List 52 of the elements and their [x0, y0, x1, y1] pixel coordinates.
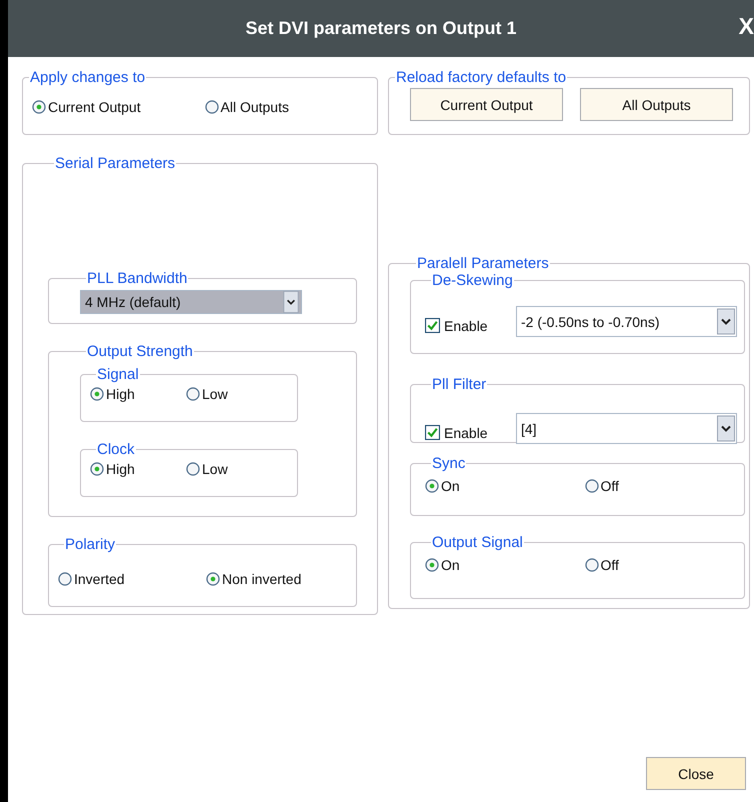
group-label: Paralell Parameters — [416, 255, 550, 272]
radio-button[interactable] — [186, 462, 200, 476]
close-button[interactable]: X — [738, 13, 754, 39]
radio-button[interactable] — [204, 100, 218, 114]
radio-button[interactable] — [186, 387, 200, 401]
close-button[interactable]: Close — [646, 757, 746, 790]
dropdown-field[interactable]: -2 (-0.50ns to -0.70ns) — [516, 306, 737, 337]
dropdown-field[interactable]: 4 MHz (default) — [80, 290, 302, 314]
window-title: Set DVI parameters on Output 1 — [245, 18, 517, 39]
radio-button[interactable] — [32, 100, 46, 114]
radio-button[interactable] — [90, 387, 104, 401]
dropdown-field[interactable]: [4] — [516, 413, 737, 444]
group-label: Clock — [96, 441, 136, 458]
radio-option[interactable]: On — [425, 478, 584, 494]
group-label: Pll Filter — [431, 376, 488, 393]
group-label: Sync — [431, 455, 466, 472]
checkbox[interactable] — [425, 425, 440, 440]
group-label: Output Strength — [86, 343, 194, 360]
radio-option[interactable]: All Outputs — [204, 99, 377, 115]
dropdown-button[interactable] — [717, 308, 735, 335]
group-label: Output Signal — [431, 534, 524, 551]
radio-option[interactable]: Off — [584, 557, 744, 573]
radio-option[interactable]: Low — [186, 461, 282, 477]
radio-option[interactable]: Inverted — [58, 571, 206, 587]
radio-button[interactable] — [584, 479, 598, 493]
radio-option[interactable]: Low — [186, 386, 282, 402]
group-label: Signal — [96, 366, 140, 383]
group-label: Polarity — [64, 536, 116, 553]
enable-checkbox[interactable]: Enable — [425, 424, 488, 440]
radio-option[interactable]: Non inverted — [206, 571, 354, 587]
radio-option[interactable]: High — [90, 461, 186, 477]
radio-button[interactable] — [425, 479, 439, 493]
radio-button[interactable] — [584, 558, 598, 572]
radio-option[interactable]: Current Output — [32, 99, 204, 115]
radio-button[interactable] — [206, 572, 220, 586]
group-label: Reload factory defaults to — [395, 69, 568, 86]
radio-option[interactable]: On — [425, 557, 584, 573]
enable-checkbox[interactable]: Enable — [425, 318, 488, 334]
group-label: Apply changes to — [29, 69, 146, 86]
radio-option[interactable]: Off — [584, 478, 744, 494]
reload-button[interactable]: All Outputs — [580, 88, 733, 121]
group-label: PLL Bandwidth — [86, 270, 188, 287]
reload-button[interactable]: Current Output — [410, 88, 563, 121]
group-label: Serial Parameters — [54, 155, 176, 172]
radio-button[interactable] — [58, 572, 72, 586]
radio-option[interactable]: High — [90, 386, 186, 402]
dropdown-button[interactable] — [282, 291, 300, 313]
dropdown-button[interactable] — [717, 415, 735, 442]
radio-button[interactable] — [90, 462, 104, 476]
group-label: De-Skewing — [431, 272, 514, 289]
radio-button[interactable] — [425, 558, 439, 572]
checkbox[interactable] — [425, 318, 440, 333]
